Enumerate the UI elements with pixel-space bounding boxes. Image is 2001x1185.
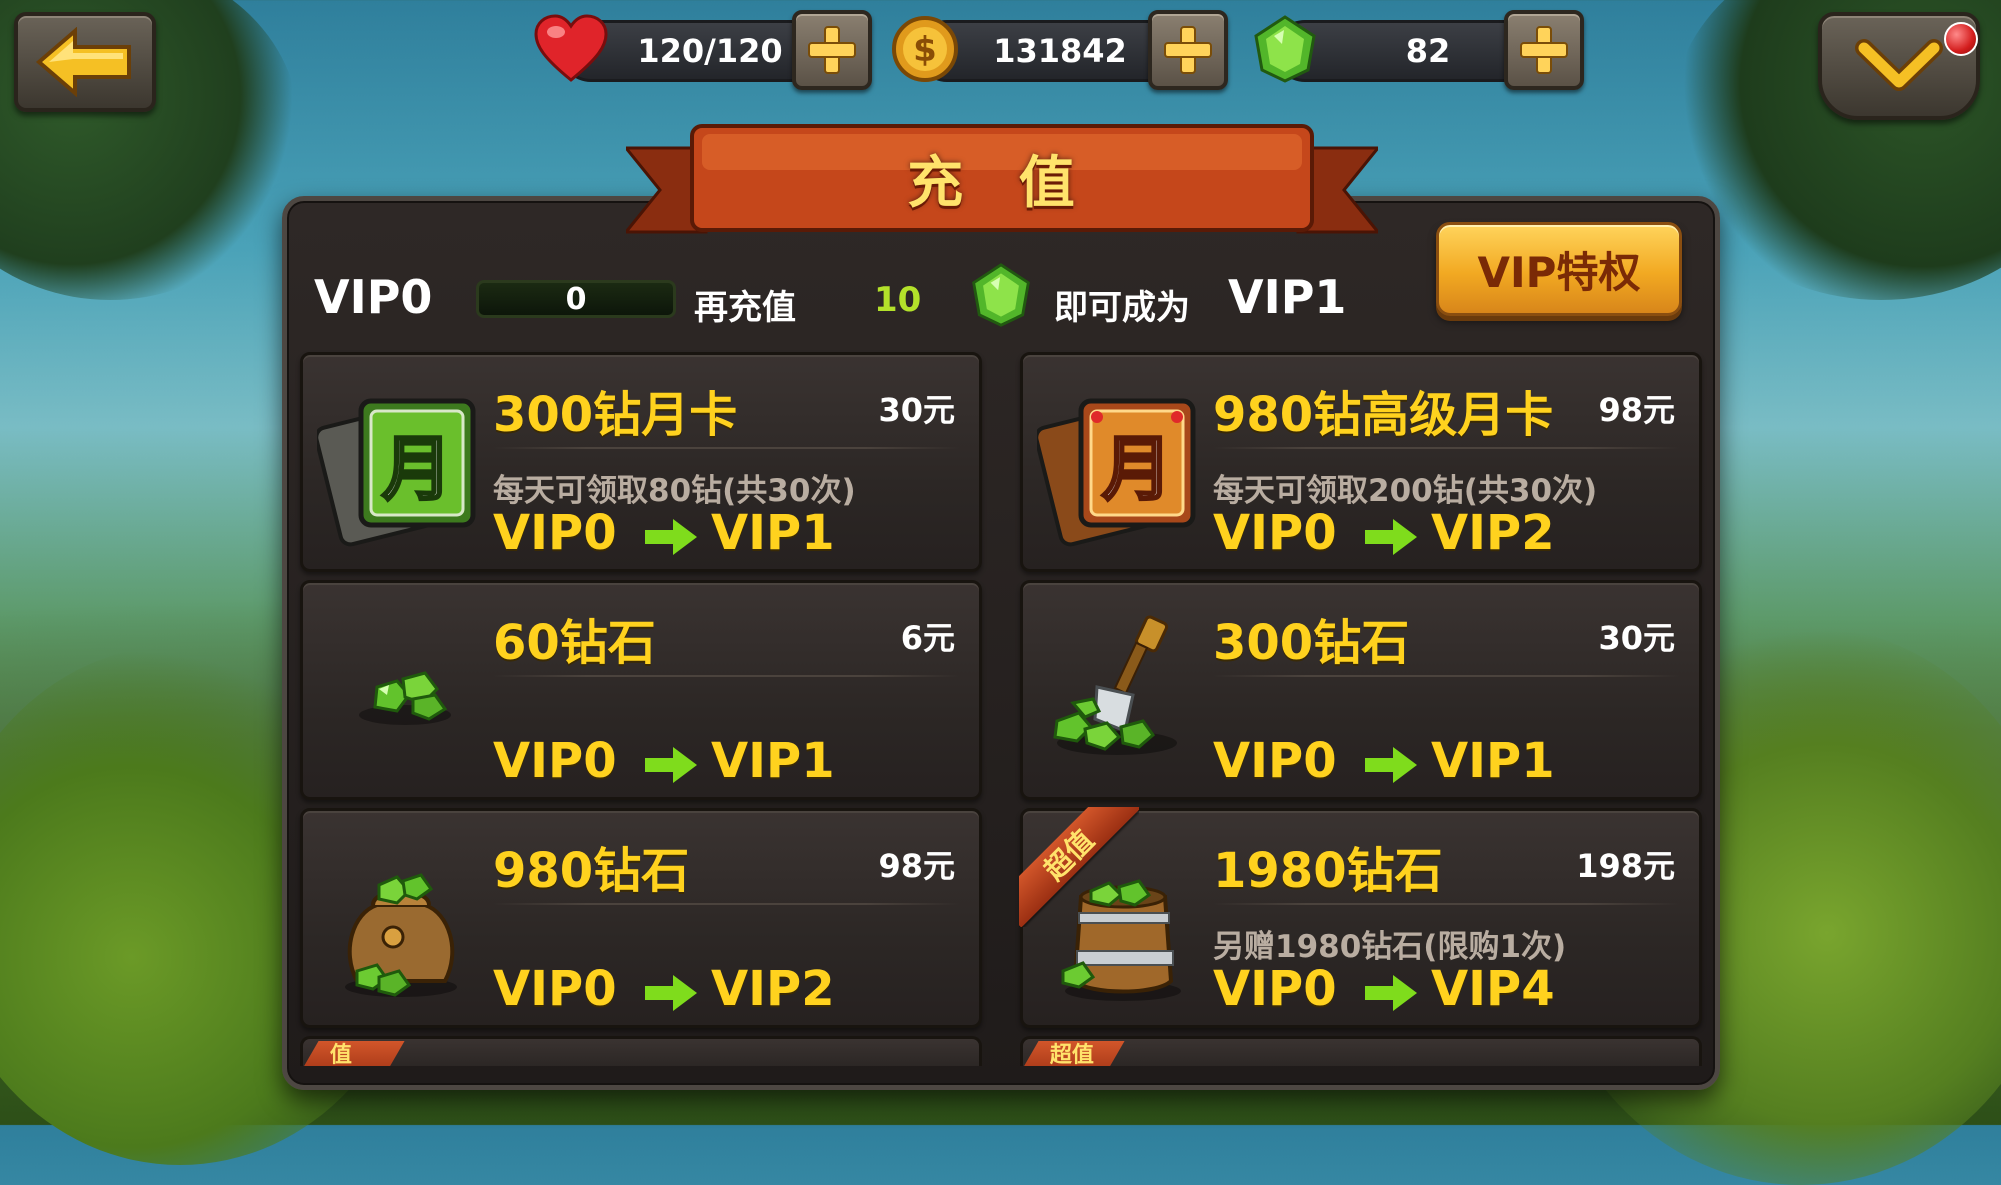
- package-card-monthly-300[interactable]: 月 300钻月卡 30元 每天可领取80钻(共30次) VIP0 VIP1: [300, 352, 982, 572]
- package-desc: 每天可领取200钻(共30次): [1213, 473, 1598, 509]
- value-badge-text: 超值: [1019, 807, 1139, 927]
- gem-shovel-icon: [1053, 615, 1177, 755]
- add-gems-button[interactable]: [1504, 10, 1584, 90]
- package-price: 98元: [1598, 391, 1675, 429]
- vip-from: VIP0: [1213, 505, 1337, 561]
- package-price: 30元: [878, 391, 955, 429]
- gem-pile-small-icon: [359, 671, 451, 725]
- svg-text:月: 月: [1102, 428, 1172, 510]
- card-divider: [493, 447, 959, 449]
- heart-icon: [534, 12, 608, 86]
- card-divider: [1213, 903, 1679, 905]
- arrow-right-icon: [645, 747, 697, 783]
- value-badge: 超值: [1023, 1041, 1125, 1066]
- current-vip-label: VIP0: [314, 270, 433, 324]
- recharge-amount: 10: [874, 280, 922, 320]
- plus-icon: [808, 26, 856, 74]
- vip-from: VIP0: [493, 961, 617, 1017]
- package-desc: 另赠1980钻石(限购1次): [1213, 929, 1567, 965]
- package-name: 1980钻石: [1213, 843, 1443, 899]
- vip-to: VIP4: [1431, 961, 1555, 1017]
- package-name: 980钻高级月卡: [1213, 387, 1554, 443]
- plus-icon: [1164, 26, 1212, 74]
- card-divider: [1213, 675, 1679, 677]
- add-hearts-button[interactable]: [792, 10, 872, 90]
- value-badge: 值: [303, 1041, 405, 1066]
- add-coins-button[interactable]: [1148, 10, 1228, 90]
- coin-icon: $: [888, 12, 962, 86]
- package-card-60-gems[interactable]: 60钻石 6元 VIP0 VIP1: [300, 580, 982, 800]
- next-vip-label: VIP1: [1228, 270, 1347, 324]
- package-price: 98元: [878, 847, 955, 885]
- card-divider: [493, 903, 959, 905]
- vip-privilege-button[interactable]: VIP特权: [1436, 222, 1682, 316]
- hearts-value: 120/120: [637, 32, 783, 70]
- vip-to: VIP1: [1431, 733, 1555, 789]
- notification-dot: [1944, 22, 1978, 56]
- gem-icon: [972, 263, 1030, 327]
- package-card-partial-left[interactable]: 值: [300, 1036, 982, 1066]
- package-card-300-gems[interactable]: 300钻石 30元 VIP0 VIP1: [1020, 580, 1702, 800]
- vip-to: VIP2: [711, 961, 835, 1017]
- vip-to: VIP2: [1431, 505, 1555, 561]
- package-card-monthly-980[interactable]: 月 980钻高级月卡 98元 每天可领取200钻(共30次) VIP0 VIP2: [1020, 352, 1702, 572]
- package-card-980-gems[interactable]: 980钻石 98元 VIP0 VIP2: [300, 808, 982, 1028]
- chevron-down-icon: [1855, 39, 1943, 91]
- value-badge-text: 超值: [1049, 1043, 1094, 1066]
- package-name: 300钻月卡: [493, 387, 738, 443]
- package-name: 980钻石: [493, 843, 690, 899]
- panel-title: 充 值: [907, 150, 1093, 216]
- arrow-right-icon: [645, 519, 697, 555]
- package-price: 6元: [900, 619, 955, 657]
- package-name: 60钻石: [493, 615, 656, 671]
- vip-from: VIP0: [493, 505, 617, 561]
- plus-icon: [1520, 26, 1568, 74]
- premium-month-card-icon: 月: [1037, 398, 1196, 547]
- vip-progress-bar: 0: [476, 280, 676, 318]
- package-card-1980-gems[interactable]: 超值 1980钻石 198元 另赠1980钻石(限购1次) VIP0 VIP4: [1019, 807, 1702, 1028]
- arrow-right-icon: [645, 975, 697, 1011]
- package-desc: 每天可领取80钻(共30次): [493, 473, 856, 509]
- gem-sack-icon: [345, 873, 457, 997]
- arrow-right-icon: [1365, 975, 1417, 1011]
- package-price: 198元: [1576, 847, 1675, 885]
- vip-to: VIP1: [711, 733, 835, 789]
- gem-icon: [1248, 12, 1322, 86]
- back-button[interactable]: [14, 12, 156, 112]
- package-name: 300钻石: [1213, 615, 1410, 671]
- value-badge: 超值: [1019, 807, 1139, 927]
- arrow-right-icon: [1365, 747, 1417, 783]
- svg-text:月: 月: [382, 428, 452, 510]
- card-divider: [493, 675, 959, 677]
- month-card-icon: 月: [317, 398, 476, 547]
- vip-from: VIP0: [493, 733, 617, 789]
- package-card-partial-right[interactable]: 超值: [1020, 1036, 1702, 1066]
- gems-value: 82: [1405, 32, 1451, 70]
- vip-progress-value: 0: [565, 281, 587, 317]
- vip-to: VIP1: [711, 505, 835, 561]
- vip-from: VIP0: [1213, 961, 1337, 1017]
- package-price: 30元: [1598, 619, 1675, 657]
- arrow-right-icon: [1365, 519, 1417, 555]
- recharge-prefix-text: 再充值: [694, 288, 796, 328]
- svg-text:$: $: [913, 30, 937, 70]
- arrow-left-icon: [35, 27, 131, 97]
- value-badge-text: 值: [329, 1043, 352, 1066]
- coins-value: 131842: [993, 32, 1127, 70]
- vip-from: VIP0: [1213, 733, 1337, 789]
- card-divider: [1213, 447, 1679, 449]
- become-text: 即可成为: [1054, 288, 1190, 328]
